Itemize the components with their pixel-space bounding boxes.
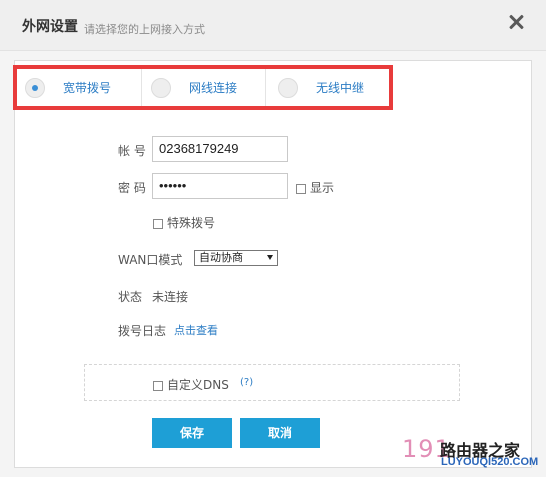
chevron-down-icon [267,255,273,260]
account-input[interactable]: 02368179249 [152,136,288,162]
custom-dns-checkbox[interactable]: 自定义DNS [153,376,229,393]
custom-dns-label: 自定义DNS [167,378,229,392]
dialog-titlebar: 外网设置 请选择您的上网接入方式 [0,0,546,51]
password-label: 密 码 [118,181,146,195]
status-label: 状态 [118,290,143,304]
dial-log-link[interactable]: 点击查看 [174,322,218,338]
password-input[interactable]: •••••• [152,173,288,199]
special-dial-label: 特殊拨号 [167,216,216,230]
account-label: 帐 号 [118,144,146,158]
dial-log-label: 拨号日志 [118,324,167,338]
external-network-settings-dialog: 外网设置 请选择您的上网接入方式 宽带拨号 网线连接 无线中继 帐 号 0236… [0,0,546,477]
checkbox-icon[interactable] [153,218,163,229]
wan-mode-value: 自动协商 [199,251,243,264]
highlight-frame [13,65,393,110]
close-icon[interactable] [504,11,528,35]
dialog-title: 外网设置 [22,19,78,35]
wan-mode-label: WAN口模式 [118,253,183,267]
save-button[interactable]: 保存 [152,418,232,448]
show-password-label: 显示 [310,181,335,195]
help-link[interactable]: (?) [240,377,253,388]
custom-dns-section [84,364,460,401]
checkbox-icon[interactable] [296,183,306,194]
watermark-domain: LUYOUQI520.COM [441,456,539,468]
wan-mode-select[interactable]: 自动协商 [194,250,278,266]
show-password-checkbox[interactable]: 显示 [296,179,334,196]
special-dial-checkbox[interactable]: 特殊拨号 [153,214,215,231]
checkbox-icon[interactable] [153,380,163,391]
status-value: 未连接 [152,290,189,304]
dialog-subtitle: 请选择您的上网接入方式 [84,23,205,36]
cancel-button[interactable]: 取消 [240,418,320,448]
